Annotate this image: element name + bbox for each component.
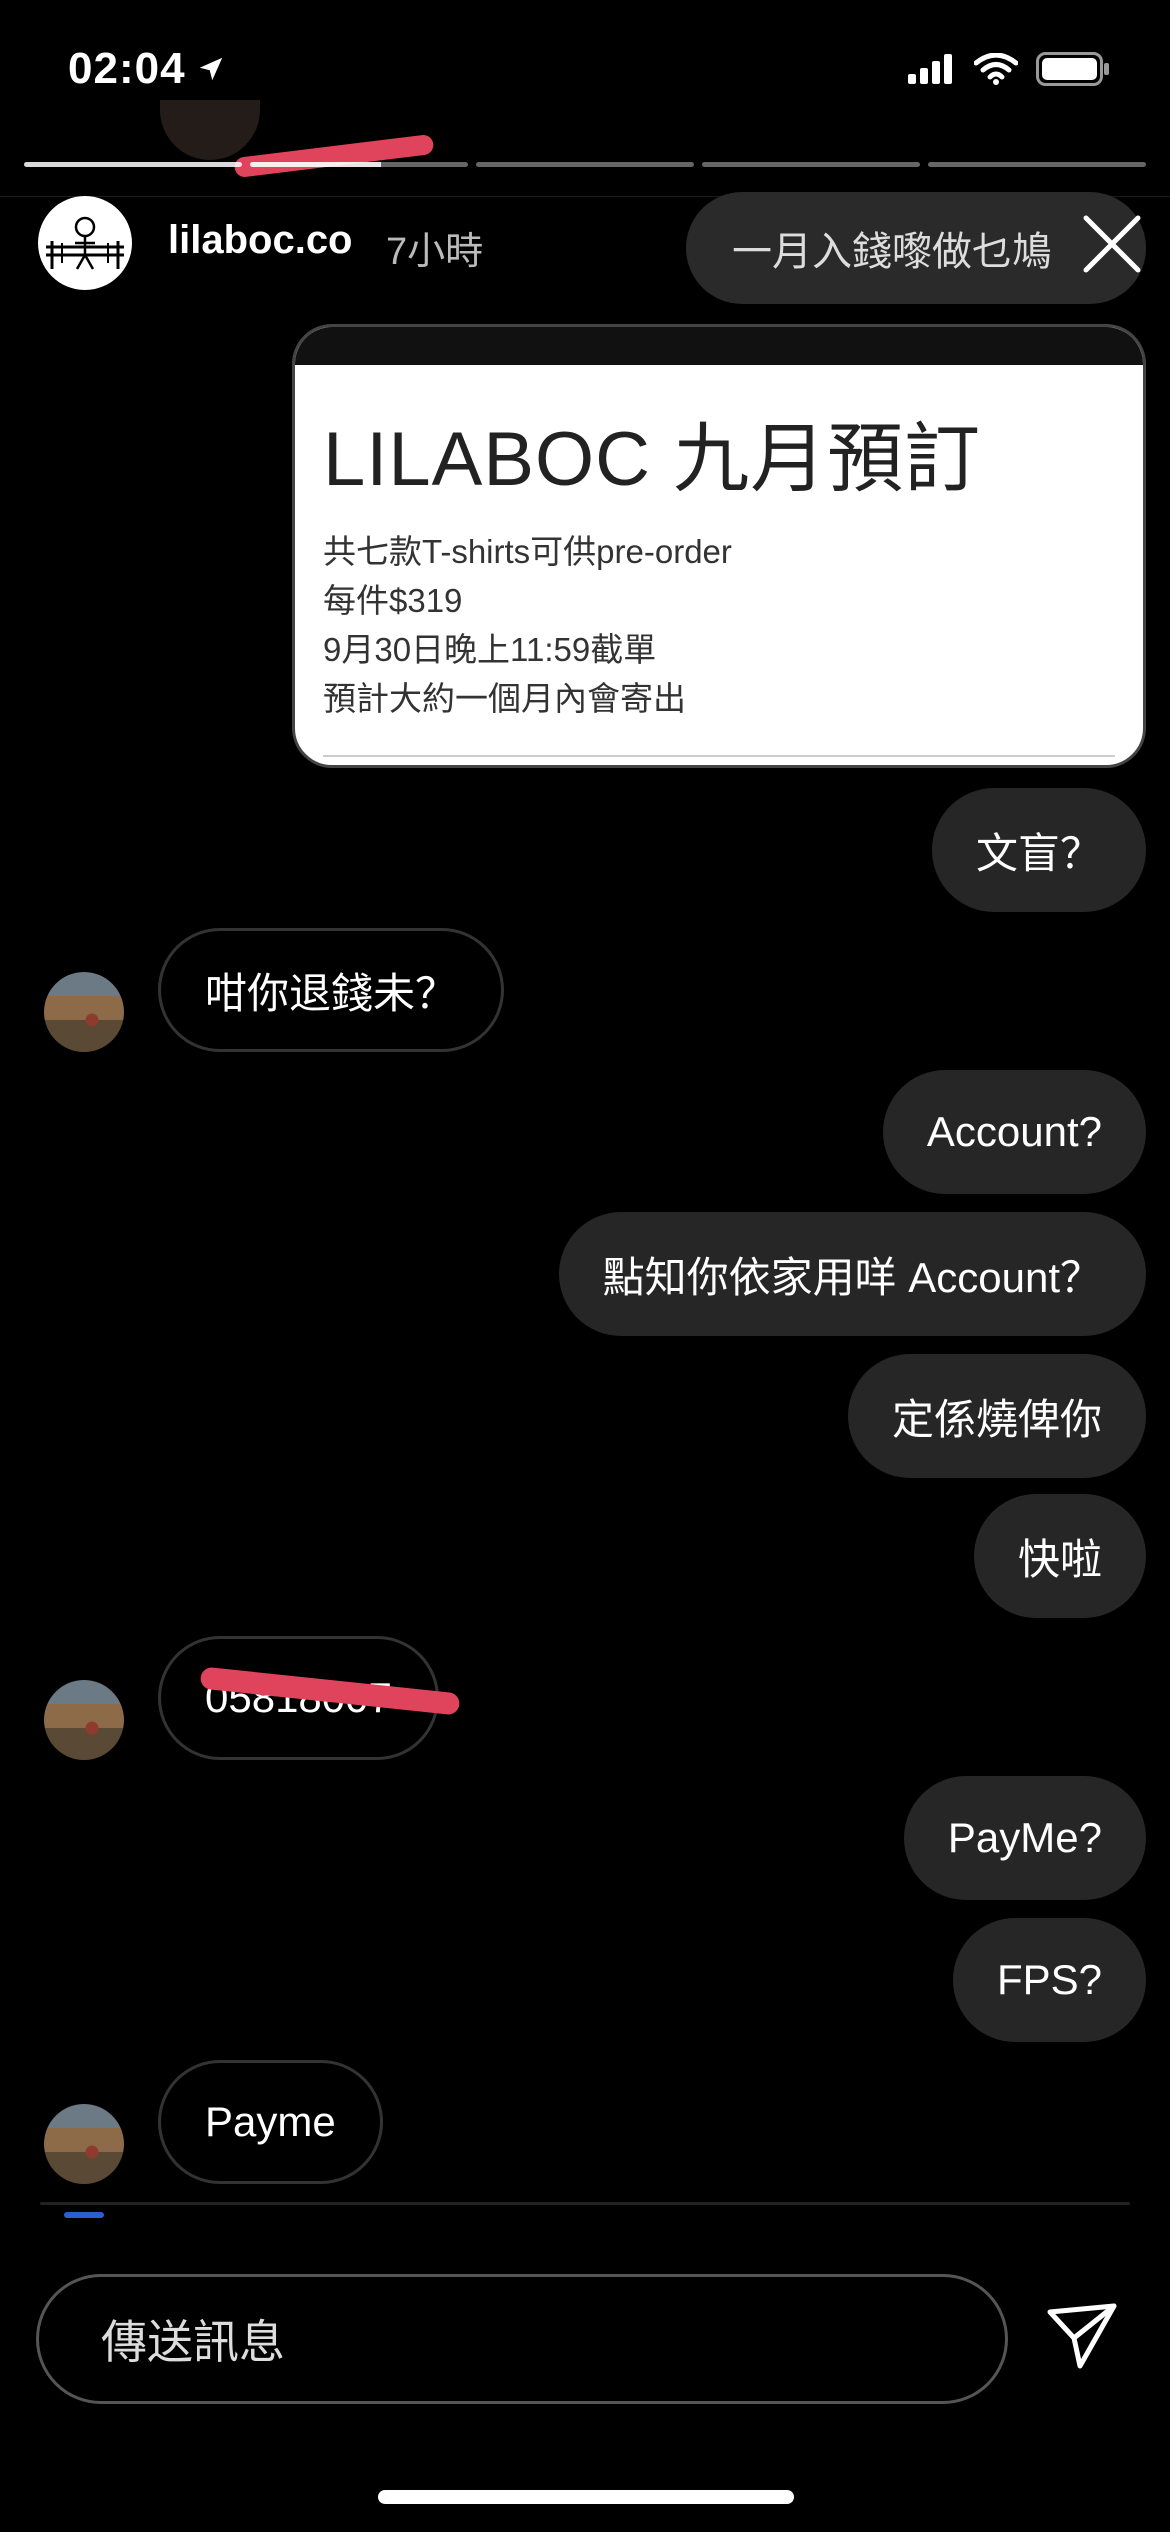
message-bubble-sent[interactable]: 文盲？ <box>931 788 1146 912</box>
message-bubble-sent[interactable]: Account? <box>882 1070 1146 1194</box>
shared-post-card[interactable]: LILABOC 九月預訂 共七款T-shirts可供pre-order 每件$3… <box>292 324 1146 768</box>
message-bubble-sent[interactable]: 點知你依家用咩 Account？ <box>558 1212 1146 1336</box>
message-bubble-received[interactable]: 咁你退錢未？ <box>158 928 505 1052</box>
progress-segment-current <box>250 162 468 167</box>
story-progress-bar <box>24 162 1146 167</box>
post-top-strip <box>295 327 1143 365</box>
progress-segment <box>476 162 694 167</box>
message-input[interactable]: 傳送訊息 <box>36 2274 1008 2404</box>
wifi-icon <box>974 53 1018 85</box>
avatar[interactable] <box>44 2104 124 2184</box>
profile-avatar[interactable] <box>38 196 132 290</box>
post-line: 9月30日晚上11:59截單 <box>323 631 657 668</box>
message-bubble-received[interactable]: Payme <box>158 2060 383 2184</box>
battery-icon <box>1036 52 1109 86</box>
brand-logo-icon <box>46 216 124 270</box>
post-body: 共七款T-shirts可供pre-order 每件$319 9月30日晚上11:… <box>323 527 732 723</box>
story-time-ago: 7小時 <box>386 231 484 273</box>
progress-segment <box>24 162 242 167</box>
message-bubble-sent[interactable]: 快啦 <box>973 1494 1146 1618</box>
status-time: 02:04 <box>68 44 226 94</box>
post-title: LILABOC 九月預訂 <box>323 417 982 502</box>
signal-icon <box>908 54 952 84</box>
send-icon[interactable] <box>1044 2298 1120 2374</box>
location-arrow-icon <box>199 57 222 81</box>
message-bubble-sent[interactable]: PayMe? <box>903 1776 1146 1900</box>
avatar[interactable] <box>44 972 124 1052</box>
close-icon[interactable] <box>1076 208 1148 280</box>
message-bubble-sent[interactable]: 定係燒俾你 <box>847 1354 1146 1478</box>
progress-segment <box>702 162 920 167</box>
status-time-text: 02:04 <box>68 44 186 93</box>
previous-story-avatar <box>160 100 260 160</box>
post-line: 預計大約一個月內會寄出 <box>323 680 686 717</box>
message-bubble-sent[interactable]: FPS? <box>952 1918 1146 2042</box>
progress-segment <box>928 162 1146 167</box>
avatar[interactable] <box>44 1680 124 1760</box>
status-icons <box>908 52 1110 86</box>
post-line: 共七款T-shirts可供pre-order <box>323 533 732 570</box>
story-username[interactable]: lilaboc.co <box>168 218 353 263</box>
redaction-mark <box>233 133 435 179</box>
next-item-indicator <box>64 2212 104 2218</box>
post-line: 每件$319 <box>323 582 463 619</box>
post-divider <box>323 755 1115 757</box>
next-item-edge <box>40 2202 1130 2205</box>
home-indicator[interactable] <box>378 2490 794 2504</box>
